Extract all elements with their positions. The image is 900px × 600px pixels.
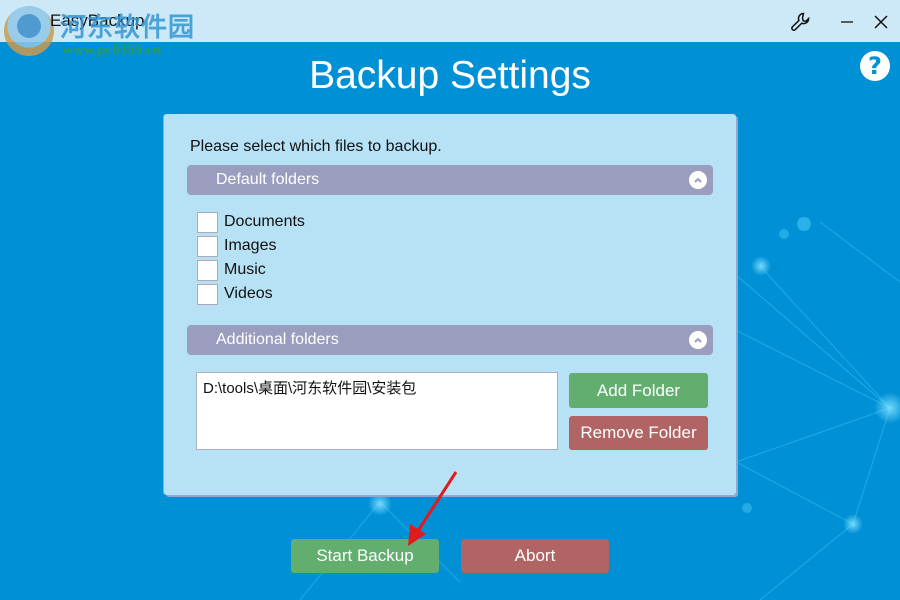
- images-checkbox[interactable]: [197, 235, 218, 257]
- settings-button[interactable]: [786, 8, 816, 36]
- checkbox-row-images[interactable]: Images: [197, 235, 276, 257]
- wrench-icon: [791, 12, 810, 31]
- start-backup-button[interactable]: Start Backup: [291, 539, 439, 573]
- videos-label: Videos: [224, 285, 273, 302]
- default-folders-label: Default folders: [216, 171, 320, 188]
- additional-folders-header[interactable]: Additional folders: [187, 325, 713, 355]
- videos-checkbox[interactable]: [197, 283, 218, 305]
- minimize-button[interactable]: [832, 8, 862, 36]
- checkbox-row-videos[interactable]: Videos: [197, 283, 273, 305]
- remove-folder-button[interactable]: Remove Folder: [569, 416, 708, 450]
- documents-checkbox[interactable]: [197, 211, 218, 233]
- help-icon: ?: [868, 52, 882, 80]
- additional-folders-list[interactable]: D:\tools\桌面\河东软件园\安装包: [196, 372, 558, 450]
- page-title: Backup Settings: [309, 54, 591, 97]
- close-button[interactable]: [866, 8, 896, 36]
- instruction-text: Please select which files to backup.: [190, 138, 442, 155]
- checkbox-row-music[interactable]: Music: [197, 259, 266, 281]
- settings-panel: Please select which files to backup. Def…: [164, 114, 736, 495]
- app-logo-icon: [4, 6, 54, 56]
- collapse-default-button[interactable]: [689, 171, 707, 189]
- checkbox-row-documents[interactable]: Documents: [197, 211, 305, 233]
- close-icon: [874, 15, 888, 29]
- documents-label: Documents: [224, 213, 305, 230]
- abort-button[interactable]: Abort: [461, 539, 609, 573]
- add-folder-button[interactable]: Add Folder: [569, 373, 708, 408]
- music-label: Music: [224, 261, 266, 278]
- images-label: Images: [224, 237, 277, 254]
- help-button[interactable]: ?: [860, 51, 890, 81]
- folder-list-item[interactable]: D:\tools\桌面\河东软件园\安装包: [203, 377, 551, 398]
- music-checkbox[interactable]: [197, 259, 218, 281]
- chevron-up-icon: [694, 337, 702, 343]
- additional-folders-label: Additional folders: [216, 331, 339, 348]
- minimize-icon: [841, 21, 853, 23]
- watermark-text: 河东软件园: [60, 13, 196, 43]
- default-folders-header[interactable]: Default folders: [187, 165, 713, 195]
- chevron-up-icon: [694, 177, 702, 183]
- collapse-additional-button[interactable]: [689, 331, 707, 349]
